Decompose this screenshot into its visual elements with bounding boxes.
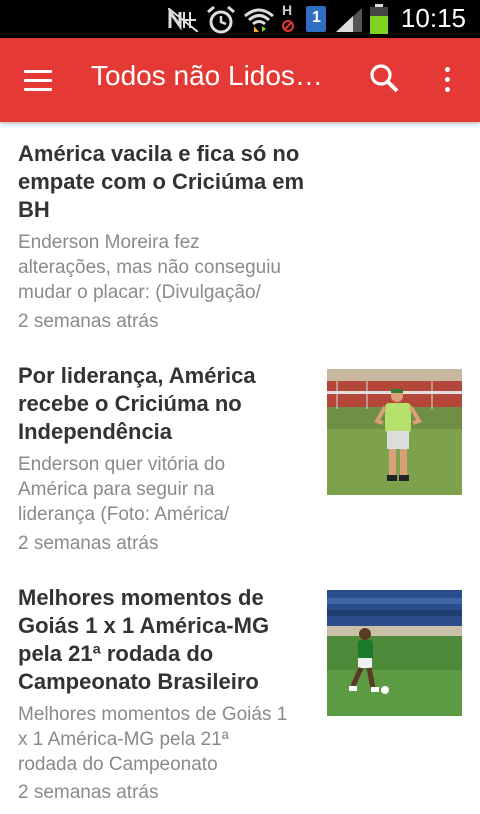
wifi-icon [244,8,274,32]
article-summary: Melhores momentos de Goiás 1 x 1 América… [18,702,287,777]
article-summary-line: alterações, mas não conseguiu [18,257,281,278]
more-vertical-icon[interactable] [438,62,458,98]
article-title-line: BH [18,197,50,222]
article-summary-line: liderança (Foto: América/ [18,504,230,525]
article-title: América vacila e fica só no empate com o… [18,140,304,224]
player-in-stadium-photo [327,590,462,716]
article-title-line: Melhores momentos de [18,585,264,610]
data-type-label: H [282,2,293,18]
article-title-line: América vacila e fica só no [18,141,300,166]
page-title: Todos não Lidos… [91,60,323,91]
article-title-line: pela 21ª rodada do [18,641,214,666]
article-summary-line: Enderson quer vitória do [18,454,226,475]
article-summary: Enderson Moreira fez alterações, mas não… [18,230,281,305]
article-title: Melhores momentos de Goiás 1 x 1 América… [18,584,269,696]
coach-on-field-photo [327,369,462,495]
nfc-icon [168,8,198,32]
article-summary-line: Enderson Moreira fez [18,232,200,253]
article-summary: Enderson quer vitória do América para se… [18,452,229,527]
article-title-line: Goiás 1 x 1 América-MG [18,613,270,638]
article-item[interactable]: Por liderança, América recebe o Criciúma… [0,362,480,567]
article-title-line: recebe o Criciúma no [18,391,242,416]
alarm-icon [207,6,235,34]
status-time: 10:15 [400,3,466,33]
h-data-icon: H [280,2,296,36]
article-timestamp: 2 semanas atrás [18,533,159,554]
article-summary-line: rodada do Campeonato [18,754,218,775]
article-title-line: Independência [18,419,173,444]
app-bar: Todos não Lidos… [0,38,480,122]
article-summary-line: Melhores momentos de Goiás 1 [18,704,288,725]
article-item[interactable]: Melhores momentos de Goiás 1 x 1 América… [0,584,480,814]
article-summary-line: América para seguir na [18,479,215,500]
article-summary-line: mudar o placar: (Divulgação/ [18,282,261,303]
no-data-icon [282,20,294,32]
signal-icon [336,8,362,32]
article-timestamp: 2 semanas atrás [18,311,159,332]
battery-icon [370,4,388,34]
article-title: Por liderança, América recebe o Criciúma… [18,362,256,446]
article-title-line: Campeonato Brasileiro [18,669,259,694]
article-title-line: Por liderança, América [18,363,256,388]
article-timestamp: 2 semanas atrás [18,782,159,803]
sim-1-icon: 1 [306,6,326,32]
article-summary-line: x 1 América-MG pela 21ª [18,729,229,750]
article-item[interactable]: América vacila e fica só no empate com o… [0,140,480,345]
status-bar: H 1 10:15 [0,0,480,38]
hamburger-menu-icon[interactable] [22,66,56,94]
article-title-line: empate com o Criciúma em [18,169,305,194]
search-icon[interactable] [368,62,402,96]
sim-slot-label: 1 [312,9,321,26]
